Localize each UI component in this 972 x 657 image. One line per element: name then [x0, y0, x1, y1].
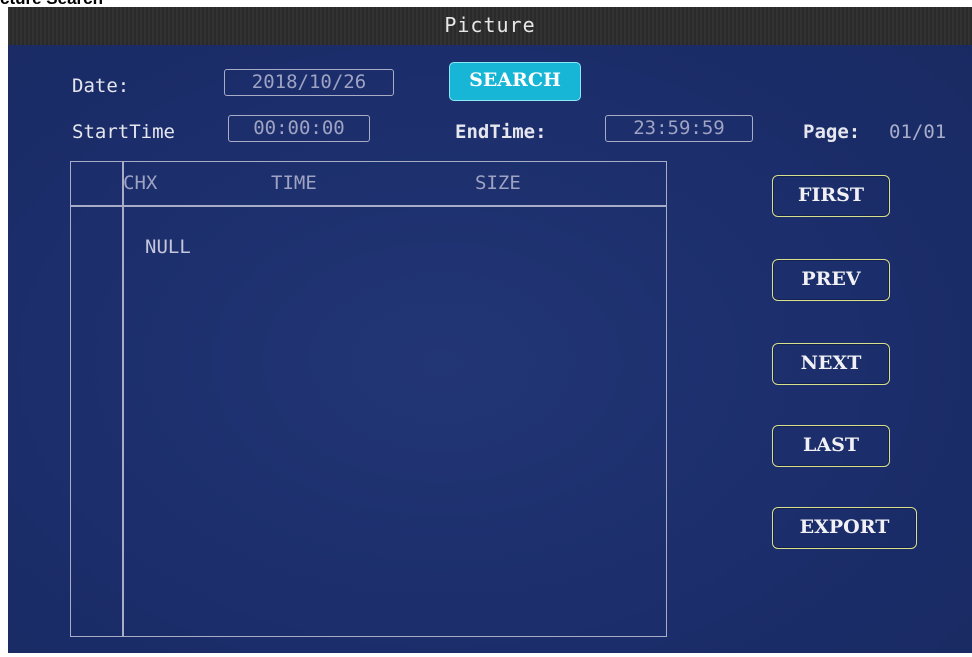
start-time-label: StartTime	[72, 121, 175, 143]
column-header-chx: CHX	[123, 172, 158, 194]
search-button[interactable]: SEARCH	[449, 62, 581, 101]
start-time-field[interactable]: 00:00:00	[228, 115, 370, 142]
prev-page-button[interactable]: PREV	[772, 259, 890, 301]
first-page-button[interactable]: FIRST	[772, 175, 890, 217]
empty-list-text: NULL	[145, 236, 191, 258]
dvr-screen: Picture Date: 2018/10/26 SEARCH StartTim…	[8, 7, 972, 653]
page-indicator: 01/01	[889, 121, 947, 143]
list-divider-horizontal	[71, 205, 666, 207]
end-time-field[interactable]: 23:59:59	[605, 115, 753, 142]
last-page-button[interactable]: LAST	[772, 425, 890, 467]
window-title: Picture	[444, 13, 536, 37]
file-list: CHX TIME SIZE NULL	[70, 161, 667, 637]
end-time-label: EndTime:	[455, 121, 547, 143]
page-label: Page:	[803, 121, 861, 143]
next-page-button[interactable]: NEXT	[772, 343, 890, 385]
date-label: Date:	[72, 75, 130, 97]
column-header-time: TIME	[271, 172, 317, 194]
column-header-size: SIZE	[475, 172, 521, 194]
list-divider-vertical	[122, 162, 124, 636]
export-button[interactable]: EXPORT	[772, 507, 917, 549]
title-bar: Picture	[8, 7, 972, 45]
date-field[interactable]: 2018/10/26	[224, 69, 394, 96]
